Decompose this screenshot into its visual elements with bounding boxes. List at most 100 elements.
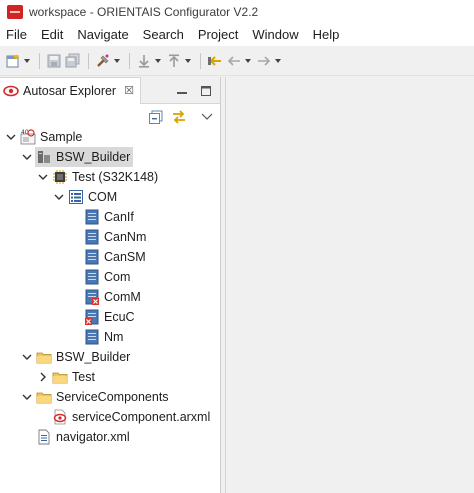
chevron-down-icon[interactable] (5, 131, 17, 143)
tree-item-label: COM (88, 190, 118, 204)
last-edit-location-icon[interactable] (206, 51, 224, 71)
build-dropdown-icon[interactable] (113, 51, 121, 71)
module-icon (84, 269, 100, 285)
tree-item-bsw-builder-folder[interactable]: BSW_Builder (21, 347, 130, 367)
tree-item-ecuc[interactable]: EcuC (69, 307, 135, 327)
folder-icon (36, 349, 52, 365)
module-icon (84, 249, 100, 265)
tree-item-com-module[interactable]: Com (69, 267, 130, 287)
view-menu-icon[interactable] (199, 109, 215, 125)
tree-item-sample[interactable]: 40 Sample (5, 127, 82, 147)
tree-item-bsw-builder-node[interactable]: BSW_Builder (21, 147, 134, 167)
menu-edit[interactable]: Edit (34, 24, 70, 46)
tab-autosar-explorer[interactable]: Autosar Explorer ☒ (0, 76, 141, 104)
back-arrow-icon[interactable] (225, 51, 243, 71)
xml-file-icon (36, 429, 52, 445)
menu-navigate[interactable]: Navigate (70, 24, 135, 46)
tree-item-service-component-arxml[interactable]: serviceComponent.arxml (37, 407, 210, 427)
tree-item-label: Test (72, 370, 95, 384)
tree-item-label: EcuC (104, 310, 135, 324)
menu-bar: File Edit Navigate Search Project Window… (0, 24, 474, 46)
project-icon: 40 (20, 129, 36, 145)
collapse-all-icon[interactable] (148, 109, 164, 125)
tree-item-nm[interactable]: Nm (69, 327, 123, 347)
menu-search[interactable]: Search (136, 24, 191, 46)
chip-icon (52, 169, 68, 185)
chevron-down-icon[interactable] (21, 391, 33, 403)
maximize-icon[interactable] (198, 83, 214, 98)
tree-item-test-folder[interactable]: Test (37, 367, 95, 387)
tab-close-icon[interactable]: ☒ (124, 84, 134, 97)
view-tab-label: Autosar Explorer (23, 83, 117, 98)
previous-annotation-icon[interactable] (165, 51, 183, 71)
link-with-editor-icon[interactable] (171, 109, 187, 125)
folder-icon (52, 369, 68, 385)
save-all-icon[interactable] (64, 51, 82, 71)
tree-item-comm[interactable]: ComM (69, 287, 141, 307)
autosar-explorer-icon (3, 83, 19, 99)
minimize-icon[interactable] (174, 83, 190, 98)
build-hammer-icon[interactable] (94, 51, 112, 71)
chevron-down-icon[interactable] (21, 351, 33, 363)
module-error-icon (84, 309, 100, 325)
tree-item-com[interactable]: COM (53, 187, 117, 207)
toolbar-separator (129, 52, 130, 69)
toolbar-separator (88, 52, 89, 69)
previous-annotation-dropdown-icon[interactable] (184, 51, 192, 71)
module-icon (84, 209, 100, 225)
module-list-icon (68, 189, 84, 205)
save-icon[interactable] (45, 51, 63, 71)
tree-item-canif[interactable]: CanIf (69, 207, 134, 227)
menu-file[interactable]: File (0, 24, 34, 46)
chevron-down-icon[interactable] (37, 171, 49, 183)
tree-item-label: ComM (104, 290, 141, 304)
tree-item-cansm[interactable]: CanSM (69, 247, 146, 267)
next-annotation-dropdown-icon[interactable] (154, 51, 162, 71)
toolbar-separator (39, 52, 40, 69)
app-logo-icon (7, 5, 23, 19)
tree-item-label: CanSM (104, 250, 146, 264)
tree-item-label: serviceComponent.arxml (72, 410, 211, 424)
menu-window[interactable]: Window (245, 24, 305, 46)
autosar-explorer-view: Autosar Explorer ☒ 40 Sample BSW_Builder… (0, 76, 221, 493)
tree-item-label: CanNm (104, 230, 147, 244)
forward-dropdown-icon[interactable] (274, 51, 282, 71)
tree-item-test-s32k148[interactable]: Test (S32K148) (37, 167, 158, 187)
arxml-icon (52, 409, 68, 425)
tree-item-label: BSW_Builder (56, 350, 131, 364)
tree-item-label: ServiceComponents (56, 390, 169, 404)
forward-arrow-icon[interactable] (255, 51, 273, 71)
tree-item-label: Com (104, 270, 131, 284)
tree-item-label: BSW_Builder (56, 150, 131, 164)
tree-item-service-components[interactable]: ServiceComponents (21, 387, 169, 407)
editor-area[interactable] (225, 77, 474, 493)
main-toolbar (0, 46, 474, 76)
folder-icon (36, 389, 52, 405)
tree-item-label: CanIf (104, 210, 134, 224)
new-dropdown-icon[interactable] (23, 51, 31, 71)
tree-item-label: Nm (104, 330, 124, 344)
tree-item-label: Sample (40, 130, 83, 144)
menu-project[interactable]: Project (191, 24, 245, 46)
tree-item-label: navigator.xml (56, 430, 130, 444)
next-annotation-icon[interactable] (135, 51, 153, 71)
tree-item-label: Test (S32K148) (72, 170, 159, 184)
view-controls (166, 83, 214, 98)
chevron-right-icon[interactable] (37, 371, 49, 383)
chevron-down-icon[interactable] (53, 191, 65, 203)
menu-help[interactable]: Help (306, 24, 347, 46)
module-error-icon (84, 289, 100, 305)
selected-highlight: BSW_Builder (35, 147, 134, 167)
tree-item-navigator-xml[interactable]: navigator.xml (21, 427, 130, 447)
tree-item-cannm[interactable]: CanNm (69, 227, 146, 247)
new-icon[interactable] (4, 51, 22, 71)
back-dropdown-icon[interactable] (244, 51, 252, 71)
chevron-down-icon[interactable] (21, 151, 33, 163)
